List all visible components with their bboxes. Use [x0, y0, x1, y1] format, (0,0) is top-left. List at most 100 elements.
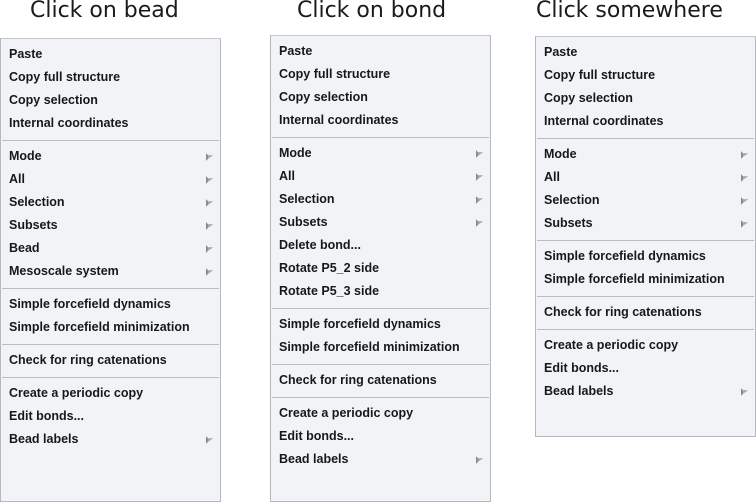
menu-group: Simple forcefield dynamics Simple forcefi… [271, 309, 490, 364]
menu-item-label: Bead labels [9, 432, 79, 446]
menu-item[interactable]: Mode [271, 142, 490, 165]
submenu-arrow-icon [475, 455, 484, 464]
menu-item[interactable]: Check for ring catenations [1, 349, 220, 372]
menu-group: Check for ring catenations [536, 297, 755, 329]
menu-item[interactable]: Subsets [1, 214, 220, 237]
menu-item[interactable]: Internal coordinates [271, 109, 490, 132]
menu-group: Simple forcefield dynamics Simple forcefi… [1, 289, 220, 344]
menu-item-label: Internal coordinates [9, 116, 129, 130]
menu-item[interactable]: Simple forcefield dynamics [1, 293, 220, 316]
submenu-arrow-icon [205, 267, 214, 276]
menu-item[interactable]: Paste [271, 40, 490, 63]
menu-item-label: Selection [9, 195, 65, 209]
submenu-arrow-icon [475, 149, 484, 158]
menu-item[interactable]: Bead [1, 237, 220, 260]
menu-item[interactable]: Check for ring catenations [271, 369, 490, 392]
column-title-click-on-bead: Click on bead [30, 0, 179, 23]
menu-item-label: Internal coordinates [279, 113, 399, 127]
menu-item[interactable]: All [1, 168, 220, 191]
submenu-arrow-icon [205, 221, 214, 230]
menu-item[interactable]: Paste [1, 43, 220, 66]
menu-item[interactable]: Copy full structure [536, 64, 755, 87]
menu-item[interactable]: Delete bond... [271, 234, 490, 257]
menu-item[interactable]: Copy selection [271, 86, 490, 109]
menu-group: Mode All Selection Subsets Bead Mesoscale sys… [1, 141, 220, 288]
context-menu-bead[interactable]: Paste Copy full structure Copy selection In… [0, 38, 221, 502]
menu-item[interactable]: Copy selection [1, 89, 220, 112]
column-title-click-on-bond: Click on bond [297, 0, 447, 23]
menu-item-label: Simple forcefield minimization [279, 340, 460, 354]
menu-item-label: Subsets [544, 216, 593, 230]
menu-item[interactable]: Internal coordinates [1, 112, 220, 135]
menu-item[interactable]: Mode [536, 143, 755, 166]
menu-item-label: Simple forcefield minimization [9, 320, 190, 334]
menu-item-label: Check for ring catenations [9, 353, 167, 367]
menu-item[interactable]: Edit bonds... [536, 357, 755, 380]
menu-item[interactable]: Copy full structure [1, 66, 220, 89]
menu-item-label: Mode [544, 147, 577, 161]
menu-item[interactable]: Copy full structure [271, 63, 490, 86]
menu-group: Paste Copy full structure Copy selection In… [1, 39, 220, 140]
menu-item[interactable]: Simple forcefield dynamics [536, 245, 755, 268]
menu-item-label: Selection [279, 192, 335, 206]
menu-item-label: Paste [544, 45, 578, 59]
menu-item[interactable]: All [271, 165, 490, 188]
menu-item[interactable]: Rotate P5_3 side [271, 280, 490, 303]
menu-item[interactable]: Selection [271, 188, 490, 211]
menu-item[interactable]: Create a periodic copy [271, 402, 490, 425]
menu-item[interactable]: Simple forcefield minimization [271, 336, 490, 359]
menu-item[interactable]: Check for ring catenations [536, 301, 755, 324]
menu-item[interactable]: Bead labels [1, 428, 220, 451]
menu-item[interactable]: Subsets [271, 211, 490, 234]
menu-item-label: Create a periodic copy [544, 338, 679, 352]
menu-item-label: Copy full structure [9, 70, 121, 84]
menu-item[interactable]: Simple forcefield minimization [536, 268, 755, 291]
menu-item[interactable]: Subsets [536, 212, 755, 235]
menu-item-label: Create a periodic copy [9, 386, 144, 400]
menu-group: Check for ring catenations [271, 365, 490, 397]
menu-item[interactable]: Mesoscale system [1, 260, 220, 283]
menu-item[interactable]: Create a periodic copy [1, 382, 220, 405]
menu-group: Mode All Selection Subsets [536, 139, 755, 240]
menu-item[interactable]: Create a periodic copy [536, 334, 755, 357]
menu-item[interactable]: Selection [1, 191, 220, 214]
menu-group: Mode All Selection Subsets Delete bond... Rot… [271, 138, 490, 308]
context-menu-bond[interactable]: Paste Copy full structure Copy selection In… [270, 35, 491, 502]
menu-item[interactable]: Copy selection [536, 87, 755, 110]
submenu-arrow-icon [205, 175, 214, 184]
menu-item-label: Rotate P5_3 side [279, 284, 380, 298]
menu-item[interactable]: Mode [1, 145, 220, 168]
menu-item-label: Paste [279, 44, 313, 58]
context-menu-canvas[interactable]: Paste Copy full structure Copy selection In… [535, 36, 756, 437]
menu-item[interactable]: Rotate P5_2 side [271, 257, 490, 280]
menu-item[interactable]: Selection [536, 189, 755, 212]
menu-item-label: Edit bonds... [9, 409, 84, 423]
submenu-arrow-icon [740, 387, 749, 396]
menu-item-label: Rotate P5_2 side [279, 261, 380, 275]
submenu-arrow-icon [740, 196, 749, 205]
menu-item-label: Simple forcefield minimization [544, 272, 725, 286]
submenu-arrow-icon [740, 150, 749, 159]
submenu-arrow-icon [475, 172, 484, 181]
menu-item-label: Copy full structure [279, 67, 391, 81]
menu-item[interactable]: Internal coordinates [536, 110, 755, 133]
menu-item[interactable]: Paste [536, 41, 755, 64]
submenu-arrow-icon [475, 218, 484, 227]
menu-item-label: Create a periodic copy [279, 406, 414, 420]
menu-item[interactable]: Simple forcefield minimization [1, 316, 220, 339]
menu-item[interactable]: Bead labels [271, 448, 490, 471]
menu-item-label: Check for ring catenations [279, 373, 437, 387]
menu-item-label: Simple forcefield dynamics [9, 297, 171, 311]
menu-item[interactable]: Edit bonds... [271, 425, 490, 448]
submenu-arrow-icon [740, 173, 749, 182]
menu-group: Paste Copy full structure Copy selection In… [536, 37, 755, 138]
menu-item[interactable]: Simple forcefield dynamics [271, 313, 490, 336]
menu-item[interactable]: Edit bonds... [1, 405, 220, 428]
menu-item-label: Bead [9, 241, 40, 255]
menu-item-label: Internal coordinates [544, 114, 664, 128]
menu-item[interactable]: Bead labels [536, 380, 755, 403]
menu-item-label: All [9, 172, 25, 186]
menu-item[interactable]: All [536, 166, 755, 189]
submenu-arrow-icon [740, 219, 749, 228]
menu-item-label: Edit bonds... [544, 361, 619, 375]
